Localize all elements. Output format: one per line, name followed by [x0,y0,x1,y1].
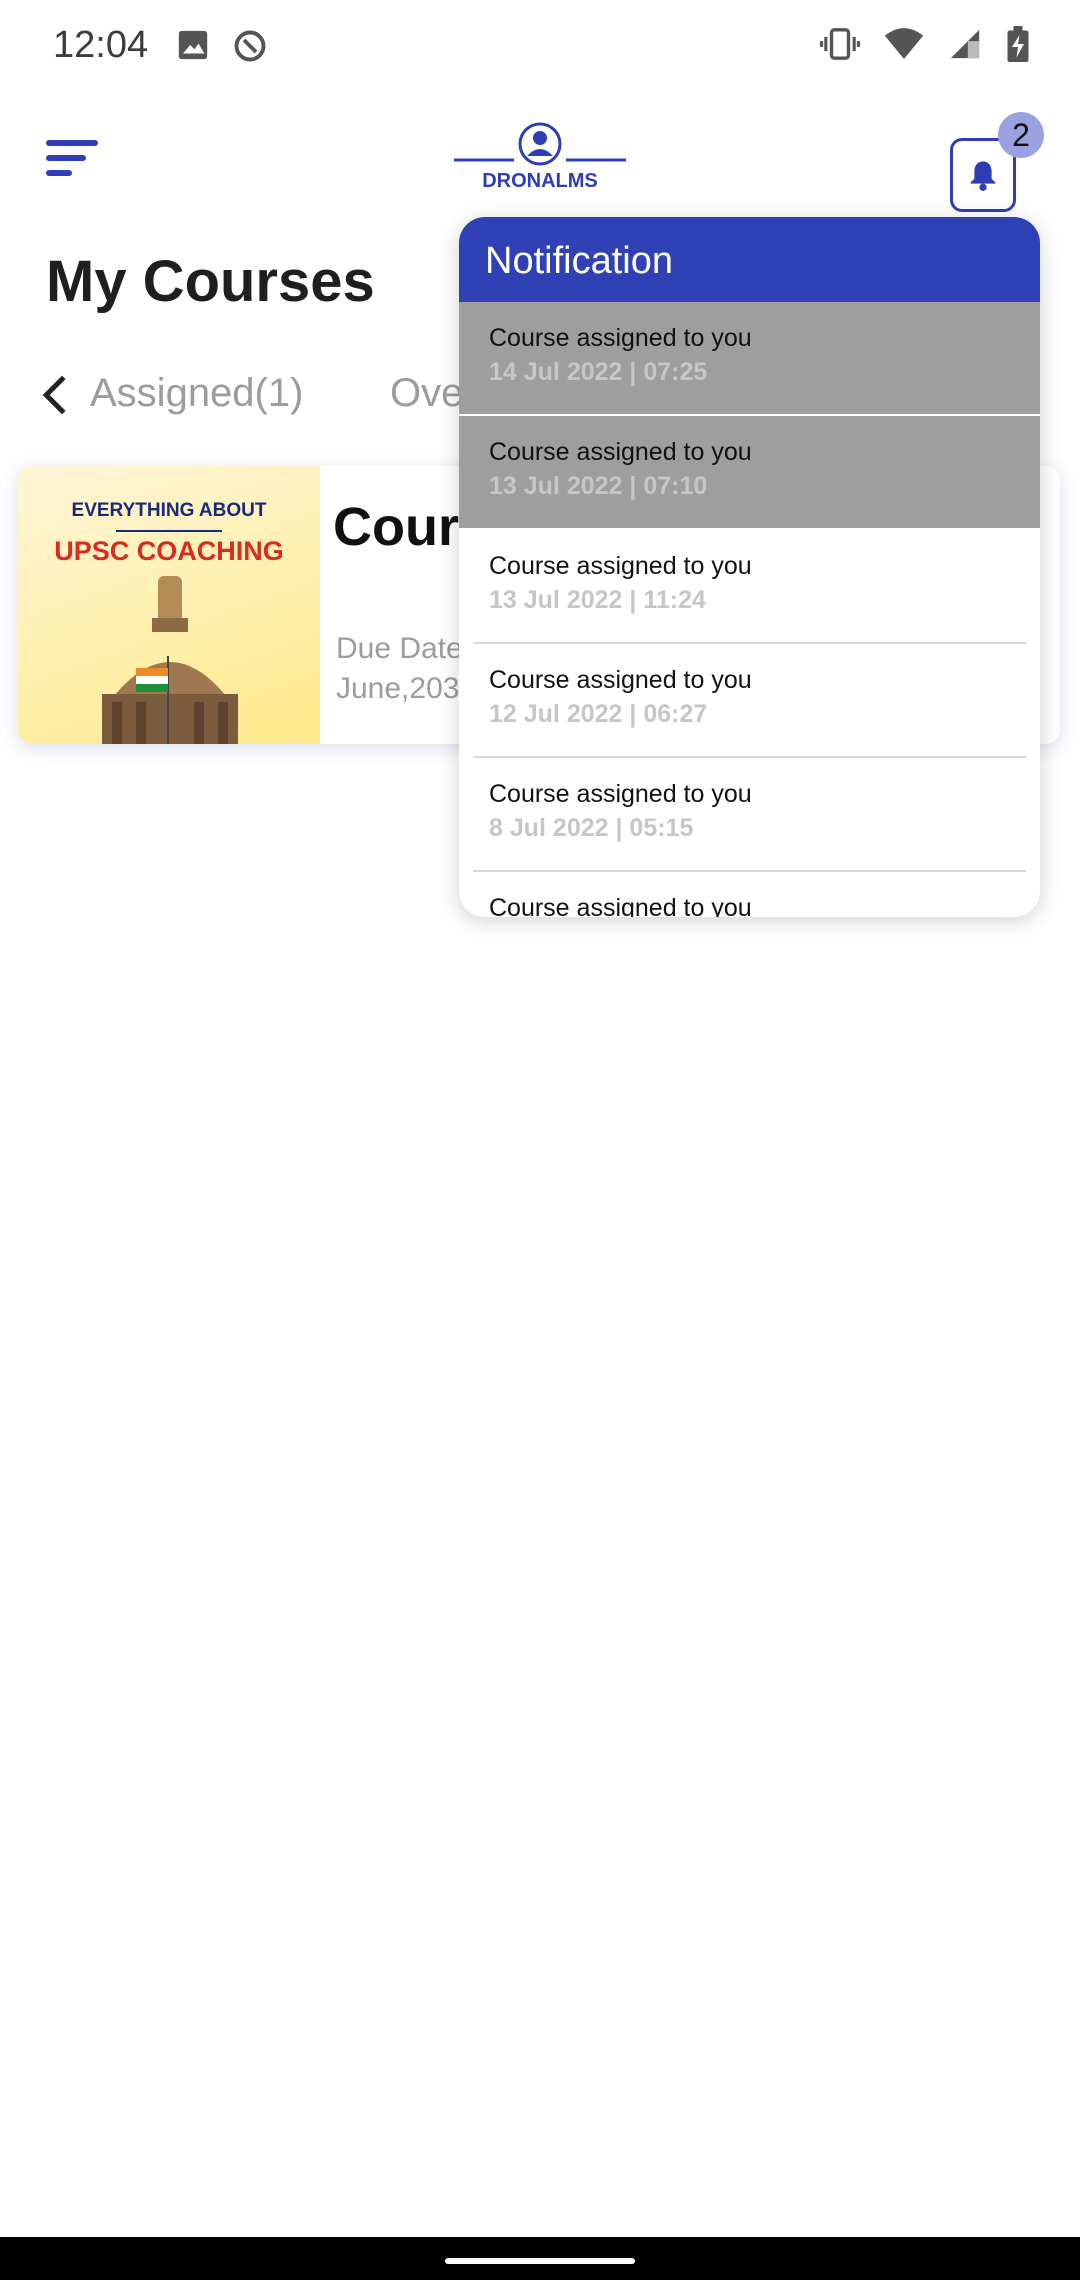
data-saver-icon [232,28,268,69]
due-date-value: June,203 [336,672,460,705]
monument-icon [102,576,238,744]
notification-date: 13 Jul 2022 | 07:10 [489,472,708,500]
due-date-label: Due Date [336,632,463,665]
notification-item[interactable]: Course assigned to you 13 Jul 2022 | 07:… [459,416,1040,530]
notification-panel: Notification Course assigned to you 14 J… [459,217,1040,917]
status-time: 12:04 [53,24,149,66]
chevron-left-icon[interactable] [40,373,70,422]
status-bar: 12:04 [0,0,1080,90]
page-title: My Courses [46,249,375,314]
thumbnail-heading: EVERYTHING ABOUT [71,500,267,521]
notification-item[interactable]: Course assigned to you 8 Jul 2022 | 05:1… [473,758,1026,872]
notification-panel-title: Notification [459,217,1040,302]
bell-icon [970,161,996,191]
wifi-icon [884,27,924,66]
notification-title: Course assigned to you [489,438,752,466]
notification-item[interactable]: Course assigned to you 14 Jul 2022 | 07:… [459,302,1040,416]
notification-item[interactable]: Course assigned to you 12 Jul 2022 | 06:… [473,644,1026,758]
notification-item[interactable]: Course assigned to you [473,872,1026,917]
thumbnail-subheading: UPSC COACHING [54,536,284,566]
logo-text: DRONALMS [482,170,598,192]
notification-title: Course assigned to you [489,552,752,580]
logo-icon [454,122,626,166]
notification-date: 8 Jul 2022 | 05:15 [489,814,694,842]
app-logo: DRONALMS [450,120,630,200]
signal-icon [948,27,982,66]
notification-date: 12 Jul 2022 | 06:27 [489,700,708,728]
notification-title: Course assigned to you [489,666,752,694]
notification-count-badge: 2 [998,112,1044,158]
menu-button[interactable] [46,138,102,178]
home-gesture-handle[interactable] [445,2258,635,2264]
notification-item[interactable]: Course assigned to you 13 Jul 2022 | 11:… [473,530,1026,644]
vibrate-icon [820,27,860,66]
tab-assigned[interactable]: Assigned(1) [90,371,303,416]
notification-title: Course assigned to you [489,780,752,808]
notification-date: 14 Jul 2022 | 07:25 [489,358,708,386]
notification-title: Course assigned to you [489,324,752,352]
course-thumbnail: EVERYTHING ABOUT UPSC COACHING [18,466,320,744]
image-icon [176,28,210,67]
notification-list[interactable]: Course assigned to you 14 Jul 2022 | 07:… [459,302,1040,917]
battery-charging-icon [1006,26,1030,67]
tab-overdue[interactable]: Ove [390,371,463,416]
notification-date: 13 Jul 2022 | 11:24 [489,586,706,614]
notification-title: Course assigned to you [489,894,752,917]
system-nav-bar [0,2237,1080,2280]
